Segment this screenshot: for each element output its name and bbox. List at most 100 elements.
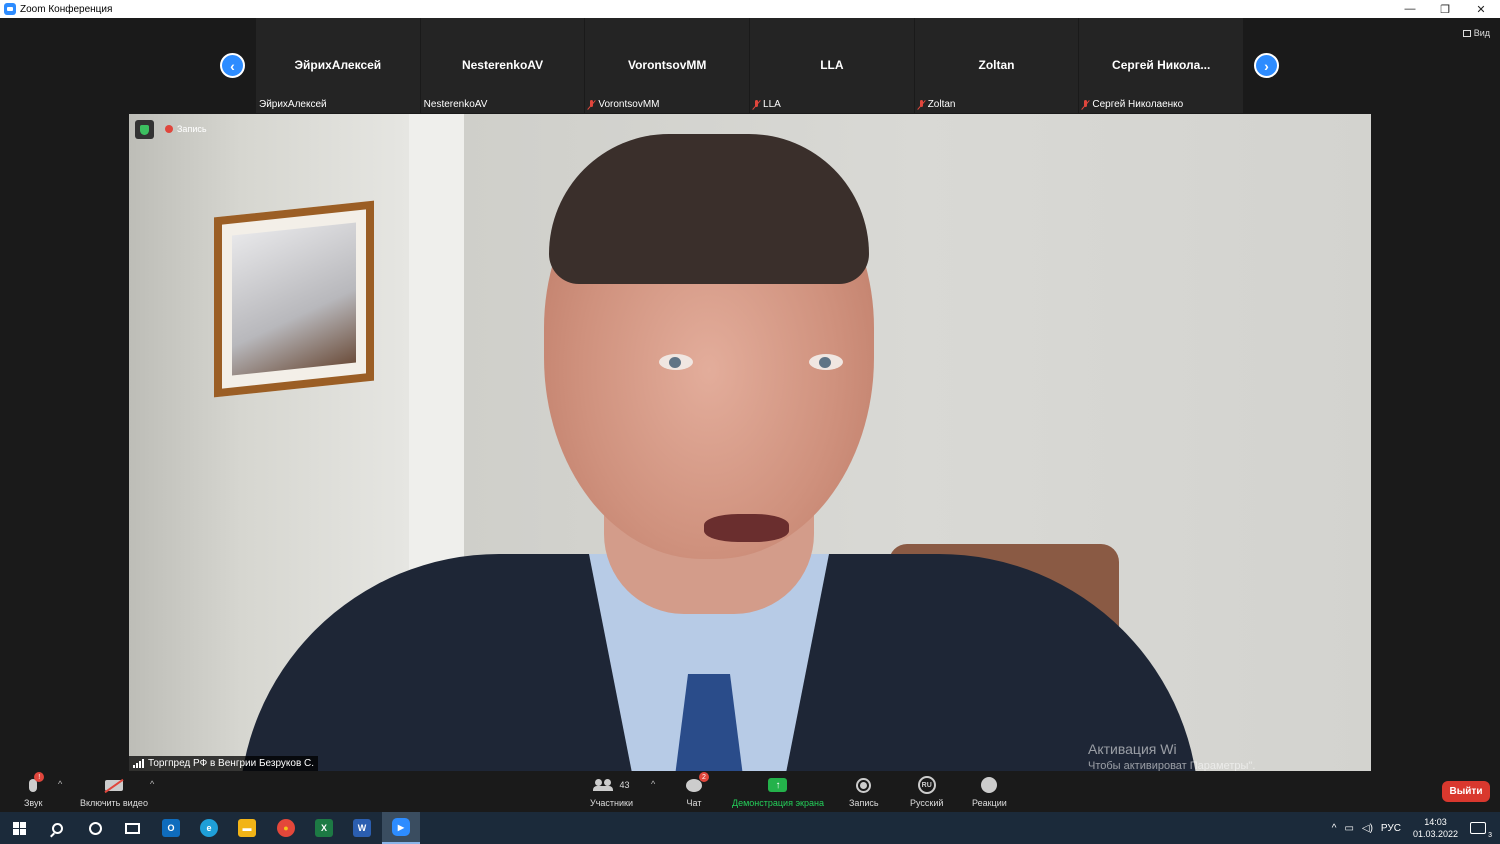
audio-button[interactable]: ! Звук xyxy=(24,772,45,808)
participant-display-name: Zoltan xyxy=(978,58,1015,72)
participant-strip: ЭйрихАлексей ЭйрихАлексей NesterenkoAV N… xyxy=(256,18,1244,113)
participant-display-name: LLA xyxy=(820,58,844,72)
cortana-button[interactable] xyxy=(76,812,114,844)
chrome-icon: ● xyxy=(277,819,295,837)
search-button[interactable] xyxy=(38,812,76,844)
input-language[interactable]: РУС xyxy=(1381,823,1401,834)
speaker-name-tag: Торгпред РФ в Венгрии Безруков С. xyxy=(129,756,319,771)
participant-name: Zoltan xyxy=(927,99,956,110)
participant-name: LLA xyxy=(763,99,781,110)
wall-portrait xyxy=(214,200,374,398)
smiley-icon xyxy=(981,777,998,793)
participants-options-caret[interactable]: ^ xyxy=(651,779,655,789)
participant-tile[interactable]: ЭйрихАлексей ЭйрихАлексей xyxy=(256,18,420,113)
close-button[interactable]: ✕ xyxy=(1463,0,1499,18)
camera-off-icon xyxy=(104,779,123,791)
participant-display-name: VorontsovMM xyxy=(627,58,707,72)
mic-muted-icon xyxy=(588,99,595,110)
audio-options-caret[interactable]: ^ xyxy=(58,779,62,789)
folder-icon: ▬ xyxy=(238,819,256,837)
clock-date: 01.03.2022 xyxy=(1412,829,1458,839)
participant-name: VorontsovMM xyxy=(598,99,660,110)
record-label: Запись xyxy=(849,798,879,808)
participants-icon xyxy=(593,779,614,791)
restore-button[interactable]: ❐ xyxy=(1427,0,1463,18)
volume-icon[interactable]: ◁) xyxy=(1362,823,1373,834)
recording-label: Запись xyxy=(177,124,207,134)
minimize-button[interactable]: — xyxy=(1392,0,1428,18)
recording-dot-icon xyxy=(165,125,173,133)
zoom-app-icon xyxy=(4,3,16,15)
participant-display-name: ЭйрихАлексей xyxy=(294,58,382,72)
record-icon xyxy=(856,777,872,793)
title-bar: Zoom Конференция — ❐ ✕ xyxy=(0,0,1500,18)
participants-button[interactable]: 43 Участники xyxy=(590,775,633,808)
mic-muted-icon xyxy=(753,99,760,110)
language-interpretation-button[interactable]: RU Русский xyxy=(910,775,943,808)
edge-icon: e xyxy=(200,819,218,837)
participant-tile[interactable]: LLA LLA xyxy=(750,18,914,113)
chevron-left-icon: ‹ xyxy=(230,57,235,74)
participant-tile[interactable]: VorontsovMM VorontsovMM xyxy=(585,18,750,113)
system-tray: ^ ▭ ◁) РУС 14:03 01.03.2022 3 xyxy=(1328,812,1500,844)
taskbar-app-explorer[interactable]: ▬ xyxy=(228,812,266,844)
participants-count: 43 xyxy=(619,780,630,790)
chat-unread-badge: 2 xyxy=(699,772,709,782)
speaker-eye xyxy=(809,354,843,370)
chat-label: Чат xyxy=(686,798,702,808)
leave-meeting-button[interactable]: Выйти xyxy=(1442,781,1490,802)
network-icon[interactable]: ▭ xyxy=(1344,823,1353,834)
window-title: Zoom Конференция xyxy=(20,3,113,15)
next-page-button[interactable]: › xyxy=(1254,53,1279,78)
task-view-icon xyxy=(124,822,140,834)
participant-name: Сергей Николаенко xyxy=(1092,99,1184,110)
windows-taskbar: O e ▬ ● X W ▶ ^ ▭ ◁) РУС 14:03 01.03.202… xyxy=(0,812,1500,844)
participant-tile[interactable]: Zoltan Zoltan xyxy=(914,18,1079,113)
show-hidden-icons-chevron-icon[interactable]: ^ xyxy=(1332,823,1337,834)
taskbar-app-zoom[interactable]: ▶ xyxy=(382,812,420,844)
mic-muted-icon xyxy=(1082,99,1089,110)
taskbar-app-word[interactable]: W xyxy=(343,812,381,844)
video-options-caret[interactable]: ^ xyxy=(150,779,154,789)
clock[interactable]: 14:03 01.03.2022 xyxy=(1413,816,1458,840)
speaker-eye xyxy=(659,354,693,370)
signal-strength-icon xyxy=(133,759,144,768)
participant-tile[interactable]: Сергей Никола... Сергей Николаенко xyxy=(1079,18,1244,113)
speaker-name: Торгпред РФ в Венгрии Безруков С. xyxy=(148,758,315,769)
notifications-count: 3 xyxy=(1488,832,1492,839)
language-label: Русский xyxy=(910,798,944,808)
task-view-button[interactable] xyxy=(113,812,151,844)
participant-tile[interactable]: NesterenkoAV NesterenkoAV xyxy=(420,18,585,113)
view-button[interactable]: Вид xyxy=(1462,28,1490,38)
word-icon: W xyxy=(353,819,371,837)
taskbar-app-chrome[interactable]: ● xyxy=(267,812,305,844)
start-button[interactable] xyxy=(0,812,38,844)
participant-display-name: Сергей Никола... xyxy=(1112,58,1211,72)
participants-label: Участники xyxy=(590,798,633,808)
start-video-label: Включить видео xyxy=(80,798,148,808)
audio-label: Звук xyxy=(24,798,43,808)
taskbar-app-outlook[interactable]: O xyxy=(152,812,190,844)
reactions-button[interactable]: Реакции xyxy=(972,775,1007,808)
start-video-button[interactable]: Включить видео xyxy=(80,775,148,808)
active-speaker-video[interactable]: Запись Торгпред РФ в Венгрии Безруков С. xyxy=(129,114,1371,771)
share-screen-button[interactable]: ↑ Демонстрация экрана xyxy=(732,775,824,808)
taskbar-app-excel[interactable]: X xyxy=(305,812,343,844)
taskbar-app-edge[interactable]: e xyxy=(190,812,228,844)
audio-warning-badge: ! xyxy=(34,772,45,782)
mic-muted-icon xyxy=(918,99,925,110)
search-icon xyxy=(51,822,63,834)
view-label: Вид xyxy=(1473,28,1490,38)
speaker-mouth xyxy=(704,514,789,542)
cortana-icon xyxy=(88,821,102,835)
prev-page-button[interactable]: ‹ xyxy=(220,53,245,78)
recording-indicator[interactable]: Запись xyxy=(165,124,207,134)
clock-time: 14:03 xyxy=(1424,817,1447,827)
record-button[interactable]: Запись xyxy=(849,775,879,808)
language-icon: RU xyxy=(917,776,936,794)
chat-button[interactable]: 2 Чат xyxy=(686,772,709,808)
security-shield-icon[interactable] xyxy=(135,120,154,139)
participant-name: NesterenkoAV xyxy=(423,99,488,110)
notifications-icon[interactable]: 3 xyxy=(1470,822,1492,839)
zoom-icon: ▶ xyxy=(392,818,410,836)
